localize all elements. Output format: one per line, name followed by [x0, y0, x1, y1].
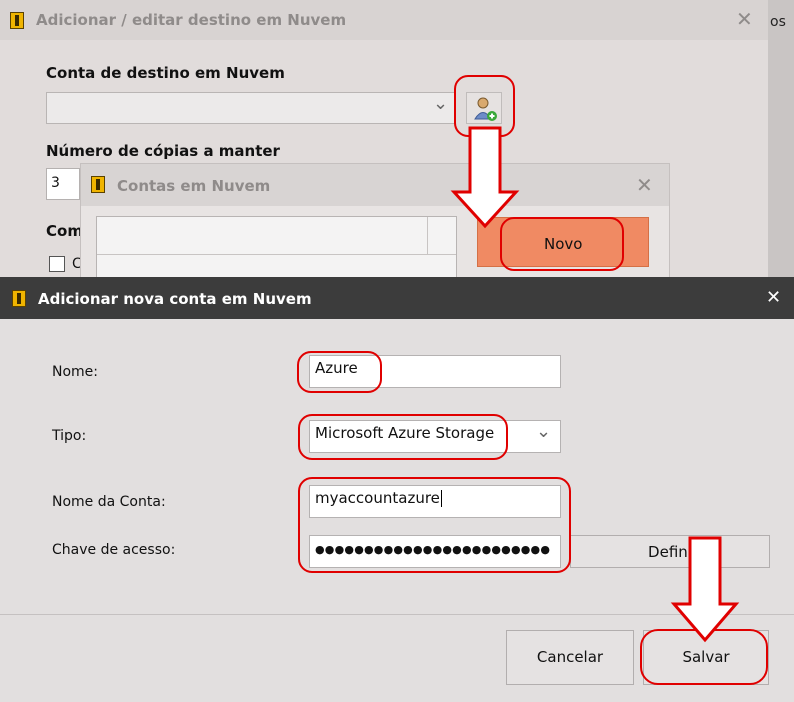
- copies-input[interactable]: 3: [46, 168, 80, 200]
- window-titlebar: Contas em Nuvem ✕: [81, 164, 669, 206]
- name-label: Nome:: [52, 364, 99, 380]
- highlight-type: [298, 414, 508, 460]
- highlight-name: [297, 351, 382, 393]
- dialog-title: Adicionar nova conta em Nuvem: [38, 290, 312, 308]
- partial-label: Com: [46, 222, 83, 240]
- app-icon: [91, 176, 105, 193]
- accounts-list-header: [97, 217, 456, 255]
- chevron-down-icon: ⌄: [536, 421, 552, 442]
- close-icon[interactable]: ✕: [766, 287, 781, 308]
- access-key-label: Chave de acesso:: [52, 542, 176, 558]
- cancel-button-label: Cancelar: [536, 648, 604, 666]
- copies-label: Número de cópias a manter: [46, 142, 280, 160]
- window-titlebar: Adicionar / editar destino em Nuvem ✕: [0, 0, 768, 40]
- app-icon: [10, 12, 24, 29]
- account-name-label: Nome da Conta:: [52, 494, 166, 510]
- accounts-list-column-divider: [427, 217, 428, 255]
- cancel-button[interactable]: Cancelar: [506, 630, 634, 685]
- highlight-credentials: [298, 477, 571, 573]
- background-window-right-text: os: [770, 14, 786, 30]
- cloud-accounts-window: Contas em Nuvem ✕ Novo: [80, 163, 670, 296]
- window-title: Contas em Nuvem: [117, 177, 271, 195]
- arrow-down-icon: [450, 126, 520, 230]
- cloud-account-label: Conta de destino em Nuvem: [46, 64, 285, 82]
- copies-value: 3: [51, 175, 60, 191]
- app-icon: [12, 290, 26, 307]
- dialog-titlebar: Adicionar nova conta em Nuvem ✕: [0, 277, 794, 319]
- window-title: Adicionar / editar destino em Nuvem: [36, 11, 347, 29]
- close-icon[interactable]: ✕: [636, 175, 653, 195]
- arrow-down-icon: [670, 536, 740, 644]
- type-label: Tipo:: [52, 428, 87, 444]
- cloud-account-select[interactable]: ⌄: [46, 92, 456, 124]
- partial-checkbox[interactable]: [49, 256, 65, 272]
- background-window-right-edge: [768, 0, 794, 277]
- chevron-down-icon: ⌄: [433, 93, 449, 114]
- close-icon[interactable]: ✕: [736, 9, 753, 29]
